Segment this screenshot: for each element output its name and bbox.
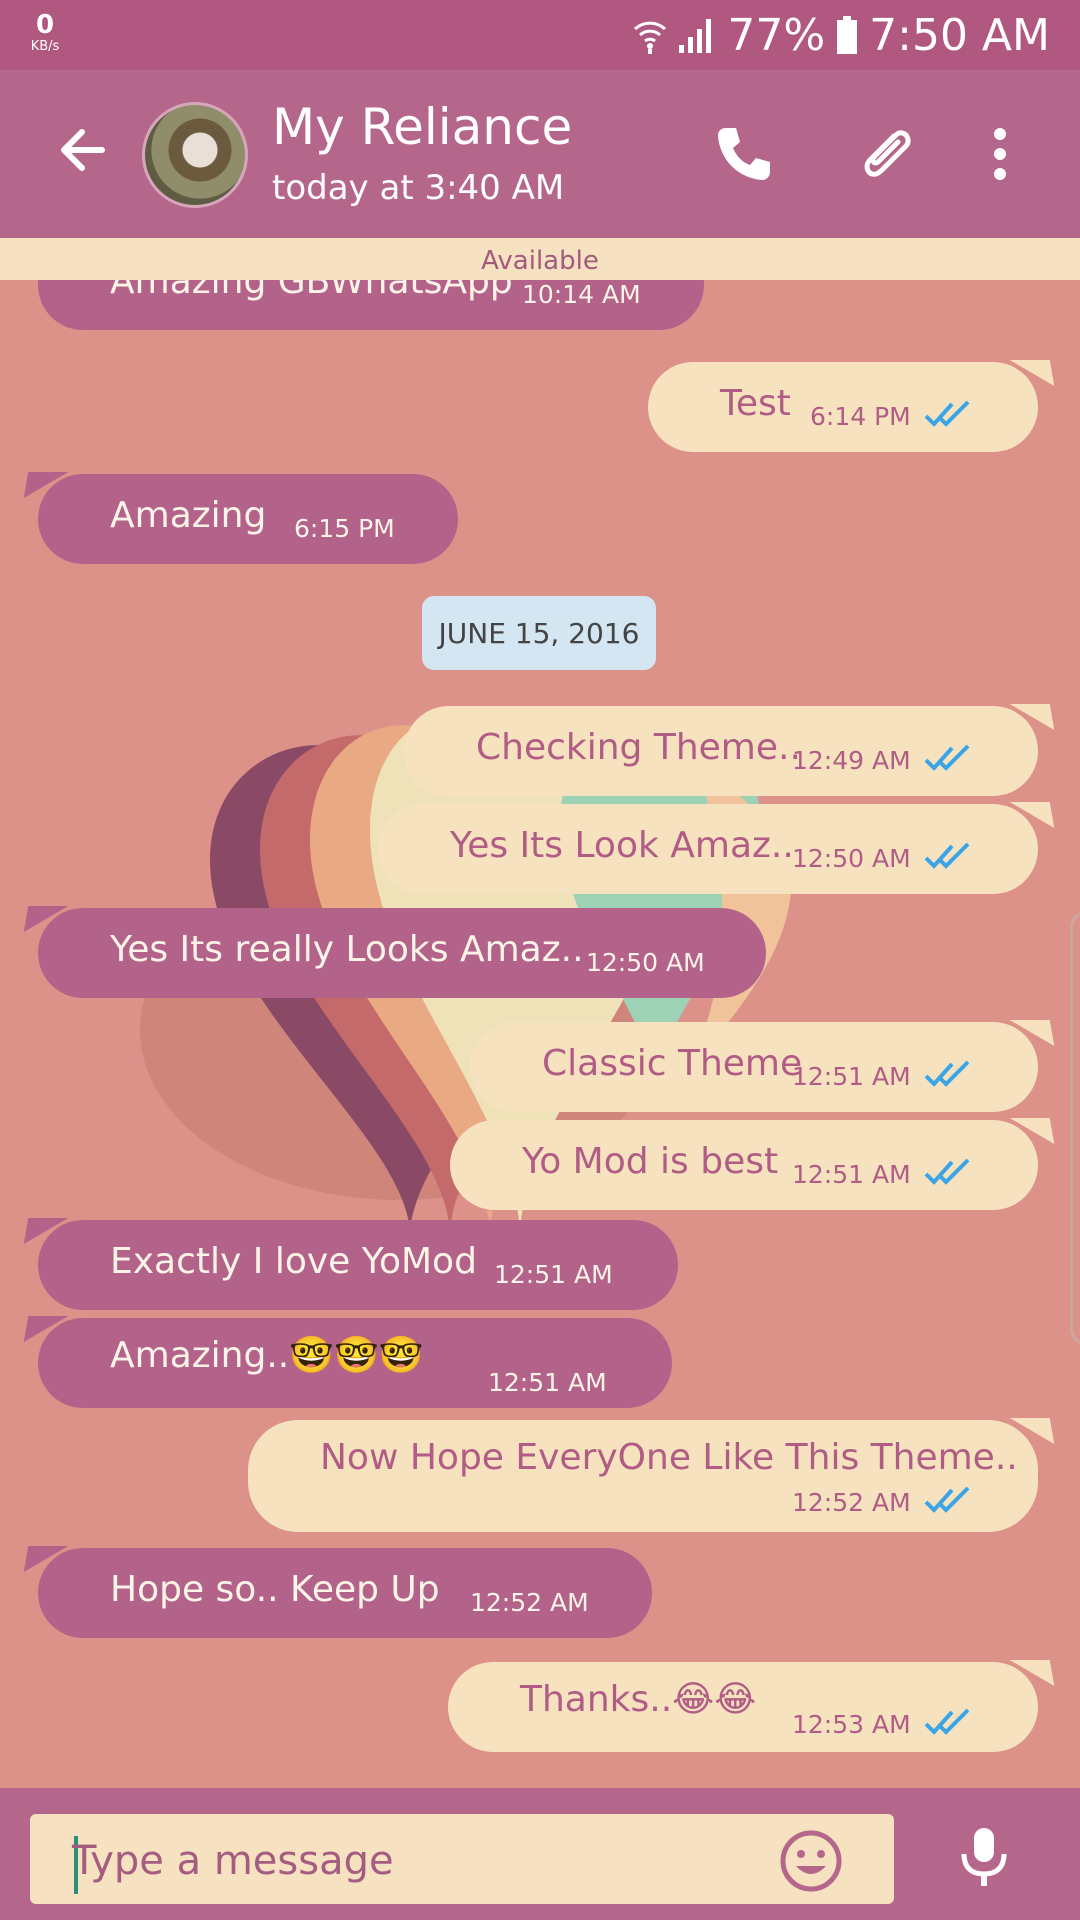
message-text: Test	[720, 383, 791, 424]
message-time: 12:52 AM	[792, 1488, 911, 1517]
mic-icon[interactable]	[952, 1824, 1016, 1888]
message-bubble-outgoing[interactable]: Checking Theme.. 12:49 AM	[404, 706, 1038, 796]
message-text: Amazing GBWhatsApp	[110, 280, 513, 302]
message-time: 12:51 AM	[494, 1260, 613, 1289]
message-time: 12:52 AM	[470, 1588, 589, 1617]
message-bubble-outgoing[interactable]: Yes Its Look Amaz.. 12:50 AM	[378, 804, 1038, 894]
contact-name[interactable]: My Reliance	[272, 100, 572, 155]
wifi-icon	[634, 21, 667, 54]
side-edge-handle[interactable]	[1070, 910, 1080, 1346]
battery-icon	[837, 16, 858, 54]
message-bubble-incoming[interactable]: Hope so.. Keep Up 12:52 AM	[38, 1548, 652, 1638]
double-check-icon	[924, 1060, 970, 1087]
message-time: 6:15 PM	[294, 514, 395, 543]
message-text: Now Hope EveryOne Like This Theme..	[320, 1437, 1018, 1478]
message-bubble-outgoing[interactable]: Classic Theme 12:51 AM	[470, 1022, 1038, 1112]
message-bubble-incoming[interactable]: Exactly I love YoMod 12:51 AM	[38, 1220, 678, 1310]
double-check-icon	[924, 842, 970, 869]
composer-bar: Type a message	[0, 1788, 1080, 1920]
double-check-icon	[924, 1158, 970, 1185]
message-bubble-outgoing[interactable]: Test 6:14 PM	[648, 362, 1038, 452]
double-check-icon	[924, 400, 970, 427]
message-text: Hope so.. Keep Up	[110, 1569, 440, 1610]
message-text: Classic Theme	[542, 1043, 803, 1084]
double-check-icon	[924, 1708, 970, 1735]
message-text: Yo Mod is best	[522, 1141, 779, 1182]
network-speed-value: 0	[35, 10, 55, 40]
network-speed: 0 KB/s	[22, 12, 68, 53]
message-bubble-incoming[interactable]: Amazing 6:15 PM	[38, 474, 458, 564]
network-speed-unit: KB/s	[30, 39, 60, 54]
message-time: 12:50 AM	[586, 948, 705, 977]
message-time: 6:14 PM	[810, 402, 911, 431]
message-text: Yes Its really Looks Amaz..	[110, 929, 584, 970]
message-bubble-outgoing[interactable]: Thanks..😂😂 12:53 AM	[448, 1662, 1038, 1752]
message-bubble-incoming[interactable]: Yes Its really Looks Amaz.. 12:50 AM	[38, 908, 766, 998]
contact-status: Available	[0, 238, 1080, 280]
more-vert-icon[interactable]	[980, 122, 1020, 186]
double-check-icon	[924, 1486, 970, 1513]
message-text: Yes Its Look Amaz..	[450, 825, 794, 866]
message-bubble-incoming[interactable]: Amazing GBWhatsApp 10:14 AM	[38, 280, 704, 330]
message-bubble-outgoing[interactable]: Now Hope EveryOne Like This Theme.. 12:5…	[248, 1420, 1038, 1532]
signal-icon	[679, 19, 712, 53]
paperclip-icon[interactable]	[854, 122, 918, 186]
battery-percent: 77%	[727, 9, 826, 61]
contact-avatar[interactable]	[142, 102, 248, 208]
message-text: Thanks..😂😂	[520, 1679, 757, 1720]
message-input-placeholder: Type a message	[72, 1838, 394, 1884]
message-time: 10:14 AM	[522, 280, 641, 309]
message-text: Exactly I love YoMod	[110, 1241, 477, 1282]
message-bubble-incoming[interactable]: Amazing..🤓🤓🤓 12:51 AM	[38, 1318, 672, 1408]
message-time: 12:51 AM	[792, 1160, 911, 1189]
phone-icon[interactable]	[712, 122, 776, 186]
status-bar: 0 KB/s 77% 7:50 AM	[0, 0, 1080, 70]
message-text: Amazing	[110, 495, 267, 536]
message-input[interactable]: Type a message	[30, 1814, 894, 1904]
clock: 7:50 AM	[869, 9, 1050, 61]
message-time: 12:50 AM	[792, 844, 911, 873]
message-bubble-outgoing[interactable]: Yo Mod is best 12:51 AM	[450, 1120, 1038, 1210]
message-text: Checking Theme..	[476, 727, 801, 768]
last-seen[interactable]: today at 3:40 AM	[272, 168, 564, 208]
message-time: 12:49 AM	[792, 746, 911, 775]
date-separator: JUNE 15, 2016	[422, 596, 656, 670]
emoji-icon[interactable]	[778, 1828, 844, 1894]
message-time: 12:51 AM	[792, 1062, 911, 1091]
message-time: 12:53 AM	[792, 1710, 911, 1739]
chat-area[interactable]: Amazing GBWhatsApp 10:14 AM Test 6:14 PM…	[0, 280, 1080, 1788]
back-arrow-icon[interactable]	[52, 120, 112, 180]
chat-header: My Reliance today at 3:40 AM	[0, 70, 1080, 238]
double-check-icon	[924, 744, 970, 771]
message-time: 12:51 AM	[488, 1368, 607, 1397]
message-text: Amazing..🤓🤓🤓	[110, 1335, 424, 1376]
